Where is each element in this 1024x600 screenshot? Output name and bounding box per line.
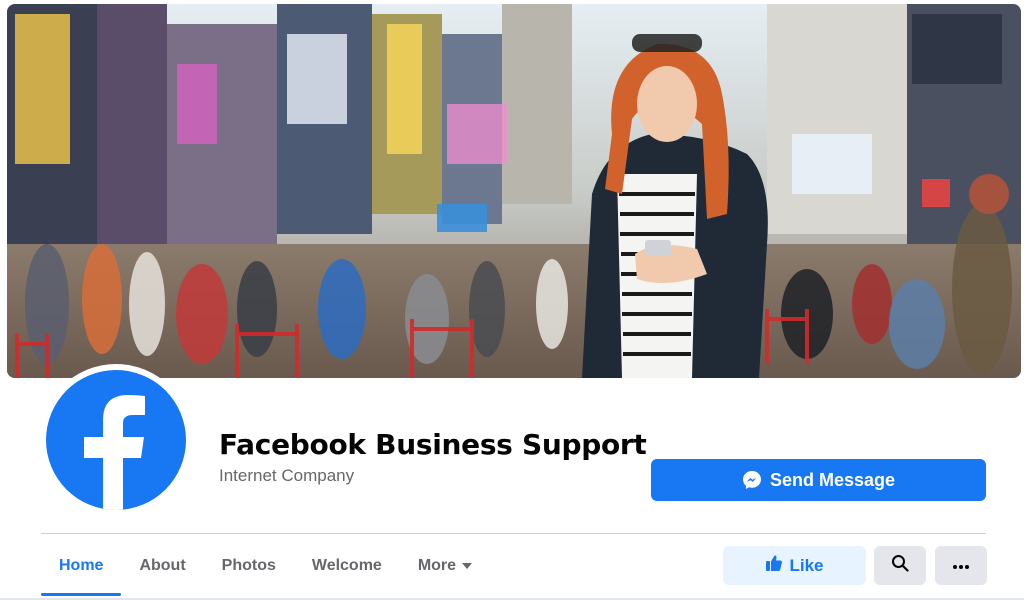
caret-down-icon bbox=[462, 563, 473, 569]
tab-welcome-label: Welcome bbox=[311, 557, 382, 574]
search-icon bbox=[891, 554, 909, 577]
tab-about-label: About bbox=[139, 557, 186, 574]
search-button[interactable] bbox=[874, 546, 926, 585]
messenger-icon bbox=[742, 470, 762, 490]
more-dots-icon bbox=[952, 557, 970, 575]
more-options-button[interactable] bbox=[935, 546, 987, 585]
tab-photos-label: Photos bbox=[221, 557, 276, 574]
send-message-button[interactable]: Send Message bbox=[651, 459, 986, 501]
facebook-f-logo-icon bbox=[46, 370, 186, 510]
cover-photo[interactable] bbox=[7, 4, 1021, 378]
tab-home-label: Home bbox=[59, 557, 104, 574]
like-button[interactable]: Like bbox=[723, 546, 866, 585]
tab-home[interactable]: Home bbox=[41, 546, 122, 596]
header-divider bbox=[41, 533, 986, 534]
send-message-label: Send Message bbox=[769, 469, 896, 490]
profile-picture[interactable] bbox=[40, 364, 192, 516]
tab-welcome[interactable]: Welcome bbox=[294, 546, 400, 586]
page-tabs: Home About Photos Welcome More bbox=[41, 546, 490, 600]
tab-photos[interactable]: Photos bbox=[204, 546, 294, 586]
thumbs-up-icon bbox=[765, 554, 783, 577]
page-header: Facebook Business Support Internet Compa… bbox=[0, 0, 1024, 600]
page-category: Internet Company bbox=[219, 466, 355, 485]
tab-more-label: More bbox=[417, 557, 457, 574]
page-title: Facebook Business Support bbox=[219, 428, 647, 461]
tab-about[interactable]: About bbox=[121, 546, 203, 586]
like-label: Like bbox=[789, 555, 824, 575]
tab-more[interactable]: More bbox=[400, 546, 490, 586]
